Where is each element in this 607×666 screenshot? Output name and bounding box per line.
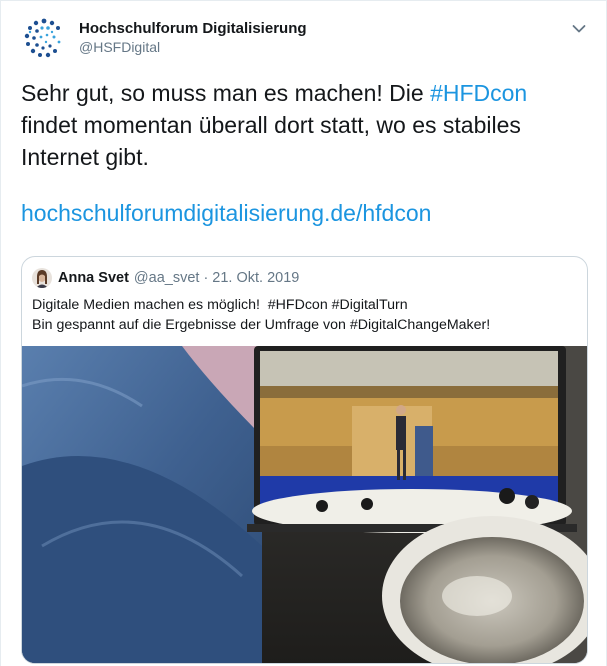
hashtag-link[interactable]: #HFDcon xyxy=(430,80,527,106)
hsf-logo-icon xyxy=(21,15,67,61)
author-names[interactable]: Hochschulforum Digitalisierung @HSFDigit… xyxy=(79,19,307,57)
photo-laptop-stream xyxy=(22,346,587,663)
tweet-text: Sehr gut, so muss man es machen! Die #HF… xyxy=(21,77,589,173)
quoted-date[interactable]: 21. Okt. 2019 xyxy=(212,270,299,286)
author-avatar[interactable] xyxy=(21,15,67,61)
quoted-header: Anna Svet @aa_svet · 21. Okt. 2019 xyxy=(32,267,299,289)
tweet-text-part: findet momentan überall dort statt, wo e… xyxy=(21,112,521,170)
quoted-separator: · xyxy=(203,270,209,286)
external-link[interactable]: hochschulforumdigitalisierung.de/hfdcon xyxy=(21,197,431,229)
quoted-display-name[interactable]: Anna Svet xyxy=(58,270,129,286)
quoted-text-line: Bin gespannt auf die Ergebnisse der Umfr… xyxy=(32,317,491,333)
avatar-photo xyxy=(32,268,52,288)
quoted-handle[interactable]: @aa_svet xyxy=(134,270,200,286)
quoted-avatar[interactable] xyxy=(32,268,52,288)
tweet-header: Hochschulforum Digitalisierung @HSFDigit… xyxy=(21,15,589,65)
more-options-button[interactable] xyxy=(569,19,589,39)
quoted-text: Digitale Medien machen es möglich! #HFDc… xyxy=(32,295,490,335)
chevron-down-icon xyxy=(572,25,586,33)
tweet-card[interactable]: Hochschulforum Digitalisierung @HSFDigit… xyxy=(0,0,607,666)
quoted-photo[interactable] xyxy=(22,346,587,663)
author-display-name[interactable]: Hochschulforum Digitalisierung xyxy=(79,19,307,38)
quoted-text-line: Digitale Medien machen es möglich! #HFDc… xyxy=(32,297,408,313)
tweet-text-part: Sehr gut, so muss man es machen! Die xyxy=(21,80,431,106)
quoted-tweet[interactable]: Anna Svet @aa_svet · 21. Okt. 2019 Digit… xyxy=(21,256,588,664)
author-handle[interactable]: @HSFDigital xyxy=(79,38,307,57)
